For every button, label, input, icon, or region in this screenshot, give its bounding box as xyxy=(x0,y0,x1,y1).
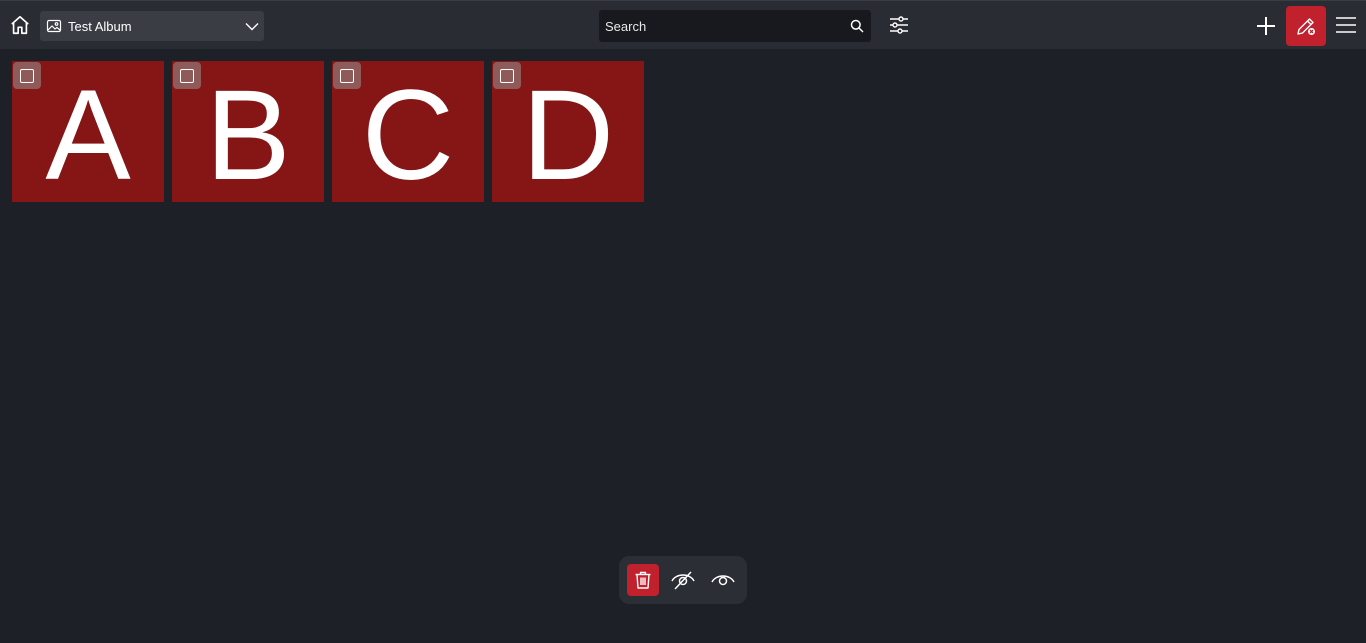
media-tile[interactable]: C xyxy=(332,61,484,202)
home-icon xyxy=(11,15,29,35)
chevron-down-icon xyxy=(244,18,260,34)
add-button[interactable] xyxy=(1253,13,1279,39)
select-checkbox[interactable] xyxy=(173,62,201,89)
select-checkbox[interactable] xyxy=(493,62,521,89)
image-icon xyxy=(46,18,62,34)
eye-icon xyxy=(711,575,735,586)
media-tile[interactable]: D xyxy=(492,61,644,202)
album-name: Test Album xyxy=(68,18,132,34)
album-dropdown[interactable]: Test Album xyxy=(40,11,264,41)
search-input[interactable] xyxy=(599,9,850,43)
hide-button[interactable] xyxy=(667,564,699,596)
search-box xyxy=(599,9,871,43)
trash-icon xyxy=(635,571,651,589)
media-tile[interactable]: A xyxy=(12,61,164,202)
top-bar: Test Album xyxy=(0,0,1366,49)
pen-cancel-icon xyxy=(1297,18,1315,35)
delete-button[interactable] xyxy=(627,564,659,596)
tile-letter: A xyxy=(45,63,131,202)
home-button[interactable] xyxy=(8,13,32,37)
tile-letter: D xyxy=(521,63,615,202)
show-button[interactable] xyxy=(707,564,739,596)
search-icon[interactable] xyxy=(850,19,864,33)
hamburger-menu-icon xyxy=(1336,17,1356,33)
tile-letter: B xyxy=(205,63,291,202)
select-checkbox[interactable] xyxy=(13,62,41,89)
plus-icon xyxy=(1257,17,1275,35)
sliders-icon xyxy=(890,16,908,34)
select-checkbox[interactable] xyxy=(333,62,361,89)
media-tile[interactable]: B xyxy=(172,61,324,202)
eye-off-icon xyxy=(671,571,695,590)
menu-button[interactable] xyxy=(1334,13,1358,37)
bulk-action-bar xyxy=(619,556,747,604)
filter-button[interactable] xyxy=(887,13,911,37)
tile-letter: C xyxy=(361,63,455,202)
media-grid: A B C D xyxy=(12,61,644,202)
edit-mode-button[interactable] xyxy=(1286,6,1326,46)
